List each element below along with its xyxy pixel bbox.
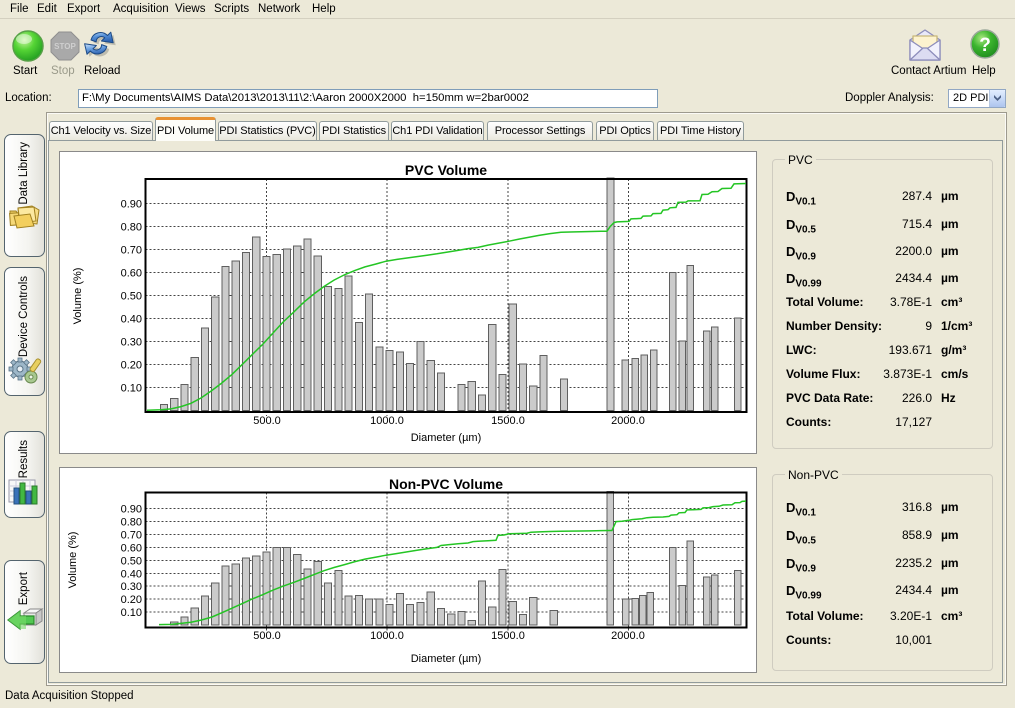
svg-text:Diameter (µm): Diameter (µm) <box>411 432 482 444</box>
svg-text:1500.0: 1500.0 <box>491 630 525 642</box>
svg-text:Volume (%): Volume (%) <box>72 268 84 325</box>
svg-text:0.90: 0.90 <box>121 504 142 516</box>
svg-text:0.60: 0.60 <box>121 542 142 554</box>
svg-text:0.90: 0.90 <box>121 199 142 211</box>
svg-text:2000.0: 2000.0 <box>611 630 645 642</box>
svg-text:0.40: 0.40 <box>121 314 142 326</box>
svg-text:1500.0: 1500.0 <box>491 415 525 427</box>
svg-text:2000.0: 2000.0 <box>611 415 645 427</box>
svg-text:?: ? <box>979 35 991 56</box>
svg-text:0.70: 0.70 <box>121 245 142 257</box>
svg-text:0.50: 0.50 <box>121 555 142 567</box>
svg-text:1000.0: 1000.0 <box>370 415 404 427</box>
svg-text:0.10: 0.10 <box>121 383 142 395</box>
svg-text:0.20: 0.20 <box>121 594 142 606</box>
svg-text:Volume (%): Volume (%) <box>67 532 79 589</box>
svg-text:0.70: 0.70 <box>121 530 142 542</box>
svg-text:0.60: 0.60 <box>121 268 142 280</box>
svg-text:0.10: 0.10 <box>121 607 142 619</box>
svg-text:0.50: 0.50 <box>121 291 142 303</box>
svg-text:0.30: 0.30 <box>121 581 142 593</box>
svg-text:0.30: 0.30 <box>121 337 142 349</box>
svg-text:0.20: 0.20 <box>121 360 142 372</box>
svg-text:500.0: 500.0 <box>253 630 281 642</box>
svg-text:PVC Volume: PVC Volume <box>405 162 487 178</box>
svg-text:500.0: 500.0 <box>253 415 281 427</box>
svg-text:0.40: 0.40 <box>121 568 142 580</box>
svg-text:Diameter (µm): Diameter (µm) <box>411 653 482 665</box>
svg-text:0.80: 0.80 <box>121 222 142 234</box>
svg-text:Non-PVC Volume: Non-PVC Volume <box>389 476 503 492</box>
svg-text:0.80: 0.80 <box>121 517 142 529</box>
svg-text:1000.0: 1000.0 <box>370 630 404 642</box>
svg-text:STOP: STOP <box>54 42 76 51</box>
